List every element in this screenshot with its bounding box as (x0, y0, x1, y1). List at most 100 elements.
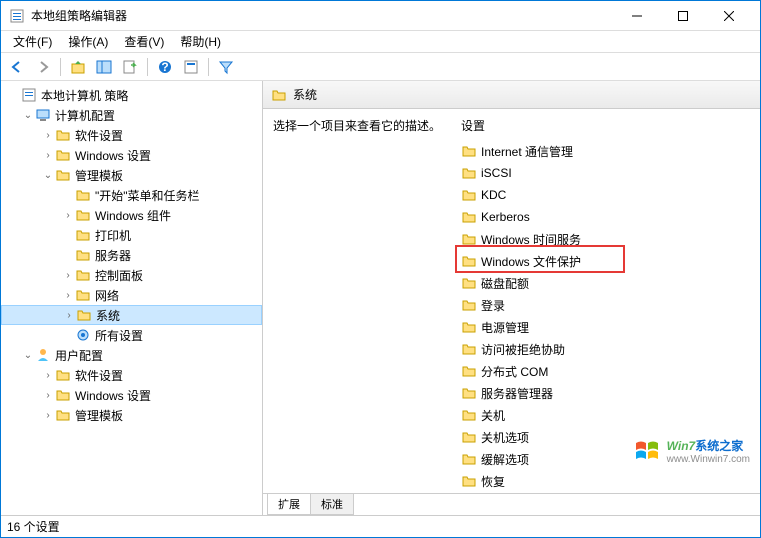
tree-item[interactable]: 打印机 (1, 225, 262, 245)
settings-list[interactable]: 设置 Internet 通信管理 iSCSI KDCKerberos Windows … (453, 109, 760, 493)
folder-icon (461, 363, 477, 379)
list-item-label: Windows 时间服务 (481, 231, 581, 248)
list-item[interactable]: Internet 通信管理 (453, 140, 760, 162)
folder-icon (461, 319, 477, 335)
tree-label: 网络 (95, 287, 119, 304)
tree-admin-templates[interactable]: ⌄管理模板 (1, 165, 262, 185)
tree-user-config[interactable]: ⌄ 用户配置 (1, 345, 262, 365)
settings-icon (75, 327, 91, 343)
list-item[interactable]: 登录 (453, 294, 760, 316)
list-item[interactable]: KDC (453, 184, 760, 206)
toolbar: ? (1, 53, 760, 81)
list-item[interactable]: Windows 时间服务 (453, 228, 760, 250)
user-icon (35, 347, 51, 363)
tree-item[interactable]: › Windows 组件 (1, 205, 262, 225)
collapse-icon[interactable]: ⌄ (21, 350, 35, 361)
folder-icon (271, 87, 287, 103)
list-item[interactable]: 缓解选项 (453, 448, 760, 470)
back-button[interactable] (5, 55, 29, 79)
menu-action[interactable]: 操作(A) (60, 31, 116, 52)
content-area: 本地计算机 策略 ⌄计算机配置 ›软件设置 ›Windows 设置 ⌄管理模板 … (1, 81, 760, 515)
tree-label: 用户配置 (55, 347, 103, 364)
filter-button[interactable] (214, 55, 238, 79)
expand-icon[interactable]: › (41, 150, 55, 161)
help-button[interactable]: ? (153, 55, 177, 79)
tree-computer-config[interactable]: ⌄计算机配置 (1, 105, 262, 125)
show-hide-tree-button[interactable] (92, 55, 116, 79)
export-button[interactable] (118, 55, 142, 79)
list-item[interactable]: iSCSI (453, 162, 760, 184)
list-item-label: 分布式 COM (481, 363, 548, 380)
folder-icon (461, 275, 477, 291)
folder-icon (75, 187, 91, 203)
separator (208, 58, 209, 76)
menu-file[interactable]: 文件(F) (5, 31, 60, 52)
list-item-label: Internet 通信管理 (481, 143, 573, 160)
tree-item[interactable]: "开始"菜单和任务栏 (1, 185, 262, 205)
separator (147, 58, 148, 76)
tree-item[interactable]: ›Windows 设置 (1, 145, 262, 165)
list-item[interactable]: Windows 文件保护 (453, 250, 760, 272)
description-text: 选择一个项目来查看它的描述。 (273, 117, 443, 134)
list-item[interactable]: 电源管理 (453, 316, 760, 338)
tree-item-system[interactable]: ›系统 (1, 305, 262, 325)
expand-icon[interactable]: › (41, 390, 55, 401)
expand-icon[interactable]: › (41, 410, 55, 421)
tab-standard[interactable]: 标准 (310, 494, 354, 515)
tree-item[interactable]: ›软件设置 (1, 365, 262, 385)
tree-label: 本地计算机 策略 (41, 87, 128, 104)
tree-root[interactable]: 本地计算机 策略 (1, 85, 262, 105)
tree-item[interactable]: ›Windows 设置 (1, 385, 262, 405)
forward-button[interactable] (31, 55, 55, 79)
list-item[interactable]: 磁盘配额 (453, 272, 760, 294)
list-item[interactable]: 恢复 (453, 470, 760, 492)
menu-help[interactable]: 帮助(H) (172, 31, 229, 52)
tree-item[interactable]: › 网络 (1, 285, 262, 305)
tree-label: 所有设置 (95, 327, 143, 344)
computer-icon (35, 107, 51, 123)
folder-icon (461, 341, 477, 357)
properties-button[interactable] (179, 55, 203, 79)
list-item[interactable]: 关机 (453, 404, 760, 426)
list-header[interactable]: 设置 (453, 113, 760, 140)
tree-label: "开始"菜单和任务栏 (95, 187, 200, 204)
collapse-icon[interactable]: ⌄ (41, 170, 55, 181)
folder-icon (75, 207, 91, 223)
tree-item[interactable]: ›管理模板 (1, 405, 262, 425)
tree-label: Windows 组件 (95, 207, 171, 224)
folder-icon (75, 227, 91, 243)
tree-panel[interactable]: 本地计算机 策略 ⌄计算机配置 ›软件设置 ›Windows 设置 ⌄管理模板 … (1, 81, 263, 515)
folder-icon (461, 209, 477, 225)
expand-icon[interactable]: › (41, 370, 55, 381)
tree-item[interactable]: ›控制面板 (1, 265, 262, 285)
expand-icon[interactable]: › (62, 310, 76, 321)
expand-icon[interactable]: › (61, 210, 75, 221)
list-item-label: iSCSI (481, 166, 512, 180)
list-item-label: 磁盘配额 (481, 275, 529, 292)
list-item-label: 关机选项 (481, 429, 529, 446)
list-item-label: 服务器管理器 (481, 385, 553, 402)
tree-item[interactable]: 服务器 (1, 245, 262, 265)
tree-item[interactable]: ›软件设置 (1, 125, 262, 145)
list-item[interactable]: 服务器管理器 (453, 382, 760, 404)
maximize-button[interactable] (660, 1, 706, 31)
list-item-label: 电源管理 (481, 319, 529, 336)
tabs: 扩展 标准 (263, 493, 760, 515)
list-item[interactable]: 分布式 COM (453, 360, 760, 382)
list-item[interactable]: 关机选项 (453, 426, 760, 448)
up-button[interactable] (66, 55, 90, 79)
expand-icon[interactable]: › (41, 130, 55, 141)
list-item-label: Windows 文件保护 (481, 253, 581, 270)
tab-extended[interactable]: 扩展 (267, 494, 311, 515)
menu-view[interactable]: 查看(V) (116, 31, 172, 52)
expand-icon[interactable]: › (61, 270, 75, 281)
close-button[interactable] (706, 1, 752, 31)
collapse-icon[interactable]: ⌄ (21, 110, 35, 121)
tree-label: 打印机 (95, 227, 131, 244)
list-item[interactable]: Kerberos (453, 206, 760, 228)
tree-item[interactable]: 所有设置 (1, 325, 262, 345)
expand-icon[interactable]: › (61, 290, 75, 301)
folder-icon (75, 247, 91, 263)
list-item[interactable]: 访问被拒绝协助 (453, 338, 760, 360)
minimize-button[interactable] (614, 1, 660, 31)
